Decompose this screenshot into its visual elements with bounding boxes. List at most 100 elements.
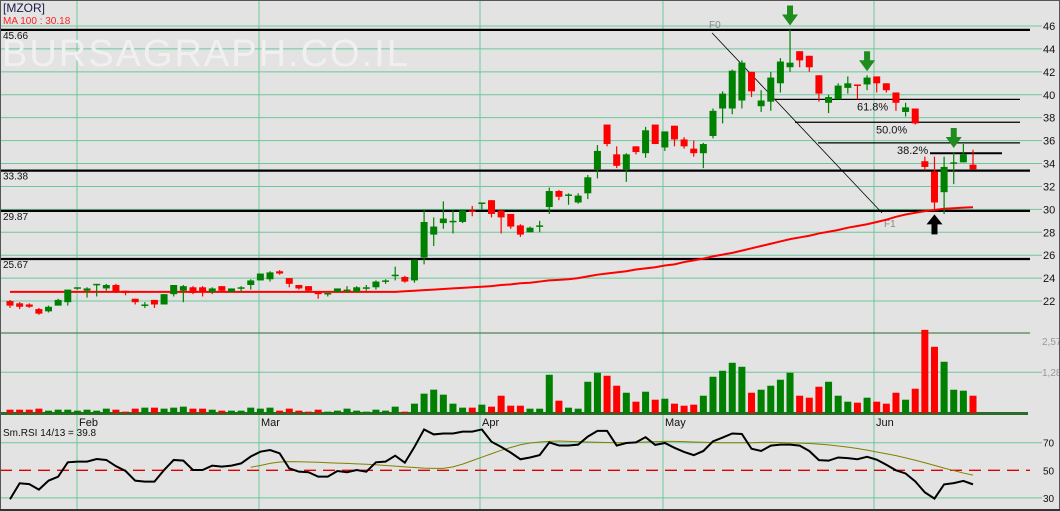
watermark: BURSAGRAPH.CO.IL: [2, 33, 410, 75]
price-tick-label: 24: [1043, 273, 1055, 285]
candle: [574, 193, 582, 204]
volume-bar: [497, 395, 505, 413]
candle: [459, 209, 467, 224]
price-tick-label: 42: [1043, 67, 1055, 79]
gridlines: [0, 0, 1042, 511]
candle-body: [545, 191, 553, 208]
candle: [526, 226, 534, 233]
candle-body: [853, 84, 861, 86]
volume-bar: [940, 361, 948, 413]
candle: [825, 94, 833, 114]
candle: [950, 152, 958, 185]
month-label: Apr: [482, 417, 499, 429]
candle-body: [64, 289, 72, 303]
candle-body: [690, 148, 698, 154]
volume-bar: [969, 395, 977, 413]
candle-body: [902, 107, 910, 112]
candle: [930, 156, 938, 210]
candle: [179, 284, 187, 303]
candle-body: [276, 271, 284, 274]
candle: [940, 156, 948, 214]
volume-bar: [122, 411, 130, 413]
volume-bar: [805, 397, 813, 413]
candle: [632, 146, 640, 155]
candle: [776, 58, 784, 93]
candle-body: [882, 83, 890, 91]
candle-body: [565, 194, 573, 196]
candle-body: [314, 291, 322, 295]
candle-body: [796, 51, 804, 61]
volume-bar: [680, 405, 688, 413]
candle: [372, 280, 380, 290]
volume-bar: [478, 404, 486, 413]
candle: [208, 287, 216, 295]
candle: [478, 202, 486, 210]
volume-bar: [237, 410, 245, 413]
price-tick-label: 44: [1043, 44, 1055, 56]
volume-bar: [728, 362, 736, 413]
candle: [45, 305, 53, 313]
volume-bar: [141, 407, 149, 413]
candle: [593, 145, 601, 179]
candle-body: [141, 304, 149, 306]
volume-bar: [420, 393, 428, 413]
candle: [805, 55, 813, 72]
candle: [64, 289, 72, 306]
volume-bar: [468, 407, 476, 413]
candle: [160, 294, 168, 305]
candle: [449, 210, 457, 234]
volume-bar: [911, 388, 919, 413]
rsi-title: Sm.RSI 14/13 = 39.8: [3, 428, 97, 439]
candle-body: [786, 62, 794, 68]
volume-bar: [285, 408, 293, 413]
volume-bar: [372, 409, 380, 413]
candle-body: [507, 213, 515, 227]
volume-bar: [54, 409, 62, 413]
candle-body: [632, 146, 640, 153]
volume-bar: [825, 381, 833, 413]
volume-bar: [699, 395, 707, 413]
candle: [834, 83, 842, 100]
volume-bar: [757, 389, 765, 413]
candle-body: [969, 164, 977, 170]
chart-canvas[interactable]: BURSAGRAPH.CO.IL 45.66 33.38 29.87 25.67 F0…: [0, 0, 1060, 511]
candle: [410, 259, 418, 283]
candle-body: [921, 161, 929, 167]
volume-bar: [401, 411, 409, 413]
candle-body: [930, 171, 938, 203]
candle: [430, 217, 438, 247]
volume-bar: [545, 374, 553, 413]
candle-body: [584, 177, 592, 194]
volume-bar: [266, 407, 274, 413]
volume-bar: [651, 399, 659, 413]
volume-bar: [873, 401, 881, 413]
volume-bar: [565, 407, 573, 413]
candle-body: [449, 220, 457, 223]
candle-body: [266, 272, 274, 280]
candle-body: [227, 288, 235, 292]
volume-bar: [930, 346, 938, 413]
volume-bar: [16, 409, 24, 413]
price-tick-label: 38: [1043, 113, 1055, 125]
fib-retracement-label: 50.0%: [876, 124, 907, 136]
candle-body: [574, 195, 582, 203]
candle-body: [247, 280, 255, 285]
volume-bar: [439, 394, 447, 413]
volume-bar: [6, 409, 14, 413]
arrow-down-icon: [782, 5, 799, 26]
candle: [150, 299, 158, 308]
candle: [902, 102, 910, 117]
candle-body: [401, 276, 409, 282]
candle-body: [131, 298, 139, 303]
candle-body: [160, 294, 168, 305]
candle: [122, 290, 130, 296]
volume-bar: [815, 386, 823, 413]
candle: [401, 275, 409, 283]
candle-body: [256, 273, 264, 281]
candle: [102, 283, 110, 291]
candle-body: [526, 227, 534, 233]
candle-body: [873, 76, 881, 84]
fib-start-label: F0: [709, 20, 721, 31]
candle: [314, 291, 322, 299]
volume-bar: [632, 401, 640, 413]
